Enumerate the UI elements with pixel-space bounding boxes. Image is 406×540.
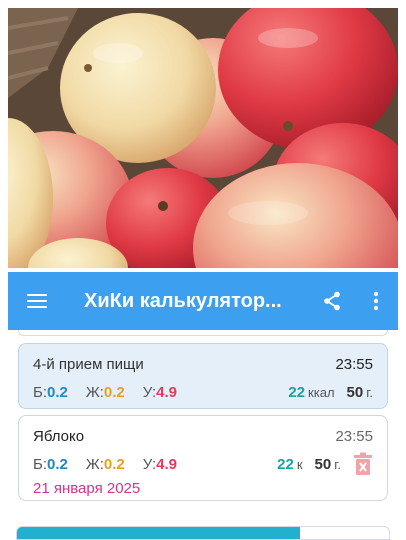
bottom-progress-card bbox=[8, 524, 398, 540]
weight-value: 50 bbox=[346, 384, 364, 401]
app-title: ХиКи калькулятор... bbox=[84, 289, 282, 312]
delete-icon[interactable] bbox=[353, 452, 373, 476]
app-toolbar: ХиКи калькулятор... bbox=[8, 272, 398, 330]
kcal-value: 22 bbox=[277, 456, 294, 473]
food-item-card[interactable]: Яблоко 23:55 Б:0.2 Ж:0.2 У:4.9 22 к 50 г… bbox=[18, 415, 388, 501]
weight-value: 50 bbox=[314, 456, 332, 473]
carbs-stat: У:4.9 bbox=[142, 384, 177, 401]
meal-title: 4-й прием пищи bbox=[33, 356, 144, 373]
progress-fill bbox=[17, 527, 300, 539]
weight-unit: г. bbox=[334, 457, 341, 472]
share-icon[interactable] bbox=[310, 272, 354, 330]
food-title: Яблоко bbox=[33, 428, 85, 445]
previous-card-edge bbox=[18, 330, 388, 336]
meal-time: 23:55 bbox=[335, 356, 373, 373]
kcal-value: 22 bbox=[288, 384, 306, 401]
fat-stat: Ж:0.2 bbox=[85, 456, 125, 473]
weight-unit: г. bbox=[366, 385, 373, 400]
kcal-unit: к bbox=[296, 457, 303, 472]
hamburger-menu-icon[interactable] bbox=[8, 272, 66, 330]
carbs-stat: У:4.9 bbox=[142, 456, 177, 473]
header-photo bbox=[8, 8, 398, 268]
apples-photo bbox=[8, 8, 398, 268]
fat-stat: Ж:0.2 bbox=[85, 384, 125, 401]
food-time: 23:55 bbox=[335, 428, 373, 445]
protein-stat: Б:0.2 bbox=[33, 384, 68, 401]
progress-track bbox=[16, 526, 390, 540]
meal-summary-card[interactable]: 4-й прием пищи 23:55 Б:0.2 Ж:0.2 У:4.9 2… bbox=[18, 343, 388, 409]
kcal-unit: ккал bbox=[308, 385, 335, 400]
food-date: 21 января 2025 bbox=[33, 480, 141, 497]
meal-list[interactable]: 4-й прием пищи 23:55 Б:0.2 Ж:0.2 У:4.9 2… bbox=[8, 330, 398, 540]
protein-stat: Б:0.2 bbox=[33, 456, 68, 473]
more-vert-icon[interactable] bbox=[354, 272, 398, 330]
